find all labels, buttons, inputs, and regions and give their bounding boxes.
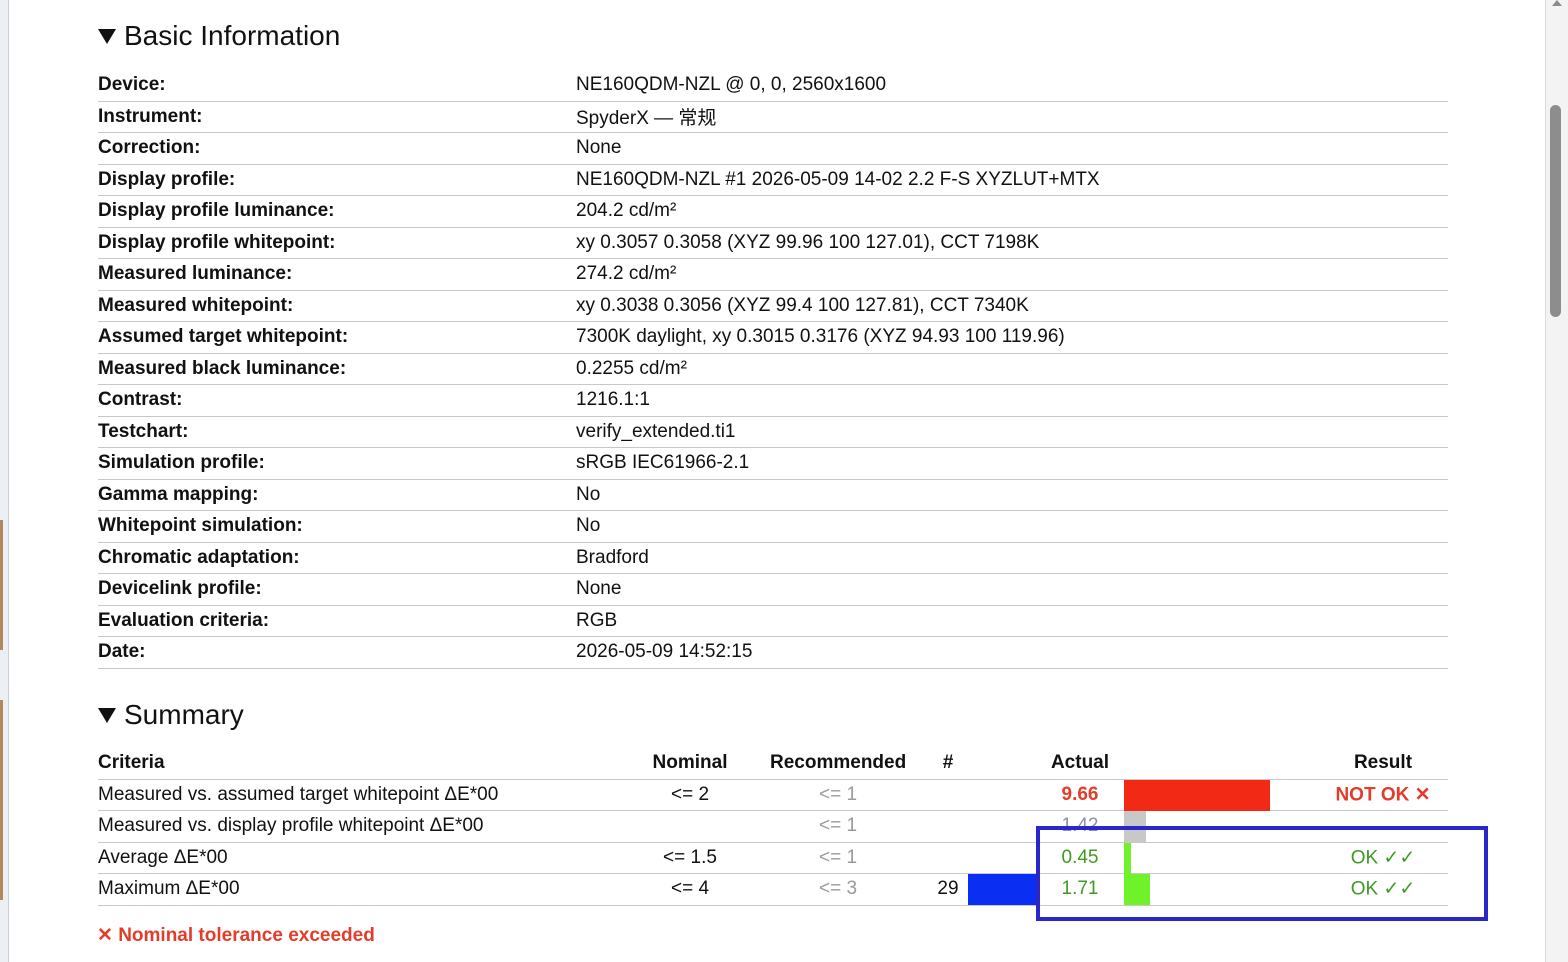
info-key: Evaluation criteria: bbox=[98, 609, 270, 631]
info-value: xy 0.3038 0.3056 (XYZ 99.4 100 127.81), … bbox=[576, 294, 1029, 316]
collapse-triangle-icon[interactable] bbox=[98, 28, 116, 44]
col-result-header: Result bbox=[1353, 752, 1413, 774]
info-value: Bradford bbox=[576, 546, 649, 568]
vertical-scrollbar[interactable] bbox=[1545, 0, 1568, 962]
summary-row: Measured vs. assumed target whitepoint Δ… bbox=[98, 779, 1448, 811]
info-key: Devicelink profile: bbox=[98, 578, 262, 600]
recommended-cell: <= 3 bbox=[818, 878, 858, 900]
info-value: 274.2 cd/m² bbox=[576, 263, 677, 285]
info-key: Simulation profile: bbox=[98, 452, 265, 474]
info-key: Measured luminance: bbox=[98, 263, 293, 285]
recommended-cell: <= 1 bbox=[818, 783, 858, 805]
background-strip bbox=[0, 700, 3, 900]
col-nominal-header: Nominal bbox=[652, 752, 728, 774]
info-row: Testchart: verify_extended.ti1 bbox=[98, 417, 1448, 448]
info-row: Measured luminance: 274.2 cd/m² bbox=[98, 259, 1448, 291]
highlight-box bbox=[1036, 826, 1488, 921]
window-left-edge bbox=[0, 0, 9, 962]
info-value: 204.2 cd/m² bbox=[576, 200, 677, 222]
info-value: 0.2255 cd/m² bbox=[576, 357, 687, 379]
info-key: Testchart: bbox=[98, 420, 189, 442]
collapse-triangle-icon[interactable] bbox=[98, 707, 116, 723]
info-row: Measured black luminance: 0.2255 cd/m² bbox=[98, 354, 1448, 385]
info-value: No bbox=[576, 515, 601, 537]
info-value: NE160QDM-NZL @ 0, 0, 2560x1600 bbox=[576, 74, 887, 96]
info-value: verify_extended.ti1 bbox=[576, 420, 736, 442]
info-row: Device: NE160QDM-NZL @ 0, 0, 2560x1600 bbox=[98, 70, 1448, 102]
col-recommended-header: Recommended bbox=[770, 752, 907, 774]
criteria-cell: Measured vs. assumed target whitepoint Δ… bbox=[98, 783, 499, 805]
info-value: xy 0.3057 0.3058 (XYZ 99.96 100 127.01),… bbox=[576, 231, 1040, 253]
info-value: None bbox=[576, 137, 622, 159]
col-actual-header: Actual bbox=[1050, 752, 1110, 774]
nominal-cell: <= 1.5 bbox=[663, 846, 717, 868]
count-bar bbox=[968, 874, 1036, 905]
info-row: Display profile luminance: 204.2 cd/m² bbox=[98, 196, 1448, 228]
info-row: Display profile whitepoint: xy 0.3057 0.3… bbox=[98, 228, 1448, 259]
info-row: Gamma mapping: No bbox=[98, 480, 1448, 511]
info-key: Assumed target whitepoint: bbox=[98, 326, 349, 348]
info-row: Assumed target whitepoint: 7300K daylight… bbox=[98, 322, 1448, 354]
scrollbar-thumb[interactable] bbox=[1550, 105, 1561, 317]
count-cell: 29 bbox=[937, 878, 959, 900]
info-key: Display profile luminance: bbox=[98, 200, 335, 222]
info-value: NE160QDM-NZL #1 2026-05-09 14-02 2.2 F-S… bbox=[576, 168, 1100, 190]
basic-information-heading[interactable]: Basic Information bbox=[98, 20, 340, 52]
info-key: Measured black luminance: bbox=[98, 357, 347, 379]
info-value: None bbox=[576, 578, 622, 600]
basic-information-title: Basic Information bbox=[124, 20, 341, 51]
info-row: Instrument: SpyderX — 常规 bbox=[98, 102, 1448, 133]
info-row: Date: 2026-05-09 14:52:15 bbox=[98, 637, 1448, 669]
nominal-cell: <= 2 bbox=[670, 783, 710, 805]
info-key: Date: bbox=[98, 641, 146, 663]
scroll-up-arrow-icon[interactable] bbox=[1552, 0, 1562, 6]
info-row: Measured whitepoint: xy 0.3038 0.3056 (XY… bbox=[98, 291, 1448, 322]
info-row: Correction: None bbox=[98, 133, 1448, 165]
recommended-cell: <= 1 bbox=[818, 815, 858, 837]
info-value: 1216.1:1 bbox=[576, 389, 650, 411]
info-value: 7300K daylight, xy 0.3015 0.3176 (XYZ 94… bbox=[576, 326, 1065, 348]
col-count-header: # bbox=[942, 752, 954, 774]
info-key: Chromatic adaptation: bbox=[98, 546, 300, 568]
info-key: Correction: bbox=[98, 137, 201, 159]
info-row: Contrast: 1216.1:1 bbox=[98, 385, 1448, 417]
info-value: SpyderX — 常规 bbox=[576, 108, 717, 130]
info-key: Instrument: bbox=[98, 105, 203, 127]
info-row: Chromatic adaptation: Bradford bbox=[98, 543, 1448, 574]
nominal-cell: <= 4 bbox=[670, 878, 710, 900]
criteria-cell: Measured vs. display profile whitepoint … bbox=[98, 815, 484, 837]
info-key: Measured whitepoint: bbox=[98, 294, 294, 316]
info-key: Contrast: bbox=[98, 389, 183, 411]
criteria-cell: Maximum ΔE*00 bbox=[98, 878, 240, 900]
info-row: Devicelink profile: None bbox=[98, 574, 1448, 606]
criteria-cell: Average ΔE*00 bbox=[98, 846, 228, 868]
col-criteria-header: Criteria bbox=[98, 752, 165, 774]
actual-cell: 9.66 bbox=[1061, 783, 1099, 805]
basic-information-table: Device: NE160QDM-NZL @ 0, 0, 2560x1600 Ins… bbox=[98, 70, 1448, 669]
info-value: No bbox=[576, 483, 601, 505]
info-value: 2026-05-09 14:52:15 bbox=[576, 641, 753, 663]
recommended-cell: <= 1 bbox=[818, 846, 858, 868]
info-value: sRGB IEC61966-2.1 bbox=[576, 452, 750, 474]
summary-heading[interactable]: Summary bbox=[98, 699, 244, 731]
info-row: Whitepoint simulation: No bbox=[98, 511, 1448, 543]
info-value: RGB bbox=[576, 609, 618, 631]
summary-title: Summary bbox=[124, 699, 244, 730]
result-cell: NOT OK ✕ bbox=[1335, 784, 1431, 806]
info-key: Whitepoint simulation: bbox=[98, 515, 303, 537]
info-row: Display profile: NE160QDM-NZL #1 2026-05-… bbox=[98, 165, 1448, 196]
info-key: Gamma mapping: bbox=[98, 483, 259, 505]
info-key: Display profile whitepoint: bbox=[98, 231, 336, 253]
background-strip bbox=[0, 520, 3, 650]
info-key: Display profile: bbox=[98, 168, 236, 190]
info-row: Simulation profile: sRGB IEC61966-2.1 bbox=[98, 448, 1448, 480]
actual-bar bbox=[1124, 779, 1270, 811]
info-key: Device: bbox=[98, 74, 166, 96]
nominal-tolerance-note: ✕ Nominal tolerance exceeded bbox=[97, 925, 375, 946]
info-row: Evaluation criteria: RGB bbox=[98, 606, 1448, 637]
summary-header-row: Criteria Nominal Recommended # Actual Re… bbox=[98, 748, 1448, 780]
